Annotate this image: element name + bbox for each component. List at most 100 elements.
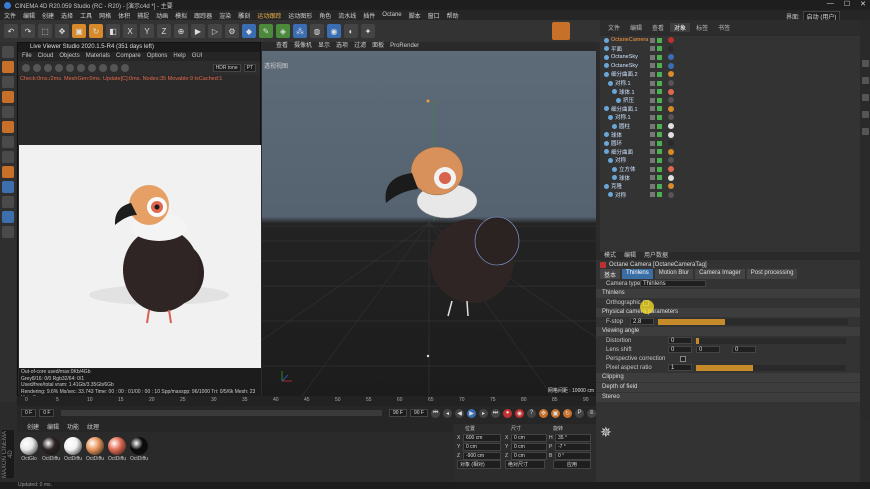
minimize-button[interactable]: — (827, 0, 834, 8)
object-manager-tab[interactable]: 标签 (692, 23, 712, 32)
object-name[interactable]: 对称 (615, 191, 626, 199)
editor-visibility-dot[interactable] (650, 106, 655, 112)
object-row[interactable]: 圆柱 (600, 122, 860, 130)
object-name[interactable]: 挤压 (623, 96, 634, 104)
editor-visibility-dot[interactable] (650, 89, 655, 95)
enabled-checkmark-icon[interactable] (657, 80, 662, 86)
menu-item[interactable]: 插件 (363, 11, 375, 20)
size-input[interactable]: 0 cm (511, 433, 547, 442)
size-input[interactable]: 0 cm (511, 451, 547, 460)
z-axis-icon[interactable]: Z (157, 24, 171, 38)
cloner-icon[interactable]: ⁂ (293, 24, 307, 38)
attribute-menu-tab[interactable]: 编辑 (624, 252, 636, 260)
lens-shift-y-input[interactable]: 0 (696, 346, 720, 353)
y-axis-icon[interactable]: Y (140, 24, 154, 38)
zoom-icon[interactable] (121, 64, 129, 72)
size-input[interactable]: 0 cm (511, 442, 547, 451)
perspective-correction-checkbox[interactable] (680, 355, 686, 362)
object-manager-tab[interactable]: 对象 (670, 22, 691, 32)
object-row[interactable]: 球体.1 (600, 88, 860, 96)
editor-visibility-dot[interactable] (650, 192, 655, 198)
object-manager-tab[interactable]: 查看 (648, 23, 668, 32)
material-tag-icon[interactable] (668, 191, 674, 198)
material-tag-icon[interactable] (668, 80, 674, 86)
end-frame-field[interactable]: 90 F (388, 409, 407, 417)
menu-item[interactable]: 雕刻 (238, 11, 250, 20)
physical-camera-section[interactable]: Physical camera parameters (596, 308, 860, 317)
render-image[interactable] (19, 145, 261, 368)
object-name[interactable]: OctaneSky (611, 54, 638, 60)
pause-render-icon[interactable] (44, 64, 52, 72)
menu-item[interactable]: 窗口 (428, 11, 440, 20)
pick-focus-icon[interactable] (99, 64, 107, 72)
object-manager-tab[interactable]: 书签 (714, 23, 734, 32)
live-viewer-menu-item[interactable]: Materials (86, 52, 110, 61)
material-tag-icon[interactable] (668, 105, 674, 112)
distortion-slider[interactable] (696, 337, 846, 344)
object-name[interactable]: 球体 (619, 174, 630, 182)
menu-item[interactable]: 运动跟踪 (257, 11, 281, 20)
editor-visibility-dot[interactable] (650, 140, 655, 146)
object-row[interactable]: 球体 (600, 174, 860, 182)
content-browser-icon[interactable] (861, 77, 869, 84)
scene-icon[interactable]: ◐ (344, 24, 358, 38)
object-row[interactable]: 细分曲面.1 (600, 105, 860, 113)
texture-mode-icon[interactable] (2, 76, 14, 88)
close-button[interactable]: ✕ (860, 0, 866, 8)
menu-item[interactable]: 运动图形 (288, 11, 312, 20)
editor-visibility-dot[interactable] (650, 114, 655, 120)
clay-mode-icon[interactable] (77, 64, 85, 72)
timeline-ruler[interactable]: 0 5 10 15 20 25 30 35 40 45 50 55 60 65 70 75 80 85 90 (17, 396, 596, 406)
position-input[interactable]: -900 cm (463, 451, 501, 460)
pixel-aspect-input[interactable]: 1 (668, 364, 692, 371)
object-name[interactable]: 球体.1 (619, 88, 635, 96)
edge-mode-icon[interactable] (2, 106, 14, 118)
size-mode-dropdown[interactable]: 绝对尺寸 (505, 460, 545, 469)
rotation-input[interactable]: 35 ° (555, 433, 591, 442)
object-row[interactable]: 平面 (600, 45, 860, 53)
deformer-icon[interactable]: ◍ (310, 24, 324, 38)
record-icon[interactable]: ● (503, 408, 512, 418)
object-name[interactable]: 平面 (611, 45, 622, 53)
material-swatch[interactable]: OctDiffu (107, 437, 127, 462)
fstop-slider[interactable] (658, 318, 848, 325)
enabled-checkmark-icon[interactable] (657, 114, 662, 120)
make-editable-icon[interactable] (2, 46, 14, 58)
material-swatch[interactable]: OctDiffu (63, 437, 83, 462)
material-tag-icon[interactable] (668, 71, 674, 78)
next-key-icon[interactable]: ▸ (479, 408, 488, 418)
play-reverse-icon[interactable]: ◀ (455, 408, 464, 418)
enabled-checkmark-icon[interactable] (657, 192, 662, 198)
menu-item[interactable]: 帮助 (447, 11, 459, 20)
distortion-input[interactable]: 0 (668, 337, 692, 344)
material-tag-icon[interactable] (668, 166, 674, 172)
material-tag-icon[interactable] (668, 148, 674, 155)
redo-icon[interactable]: ↷ (21, 24, 35, 38)
position-input[interactable]: 0 cm (463, 442, 501, 451)
keyframe-selection-icon[interactable]: ? (527, 408, 536, 418)
light-icon[interactable]: ✦ (361, 24, 375, 38)
viewing-angle-section[interactable]: Viewing angle (596, 327, 860, 336)
send-scene-icon[interactable] (22, 64, 30, 72)
object-row[interactable]: OctaneSky (600, 62, 860, 70)
object-manager-tab[interactable]: 编辑 (626, 23, 646, 32)
collapsed-section[interactable]: Clipping (596, 373, 860, 382)
pick-material-icon[interactable] (110, 64, 118, 72)
editor-visibility-dot[interactable] (650, 175, 655, 181)
menu-item[interactable]: 工具 (80, 11, 92, 20)
render-picture-viewer-icon[interactable]: ▷ (208, 24, 222, 38)
material-tag-icon[interactable] (668, 174, 674, 181)
editor-visibility-dot[interactable] (650, 71, 655, 77)
object-name[interactable]: 圆柱 (619, 122, 630, 130)
menu-item[interactable]: 渲染 (219, 11, 231, 20)
menu-item[interactable]: 动画 (156, 11, 168, 20)
point-mode-icon[interactable] (2, 91, 14, 103)
material-tag-icon[interactable] (668, 54, 674, 61)
attribute-subtab[interactable]: 基本 (600, 269, 621, 279)
rotation-input[interactable]: -7 ° (555, 442, 591, 451)
enabled-checkmark-icon[interactable] (657, 175, 662, 181)
camera-type-dropdown[interactable]: Thinlens (640, 280, 706, 287)
maximize-button[interactable]: ☐ (844, 0, 850, 8)
position-key-icon[interactable]: ✥ (539, 408, 548, 418)
prev-key-icon[interactable]: ◂ (443, 408, 452, 418)
